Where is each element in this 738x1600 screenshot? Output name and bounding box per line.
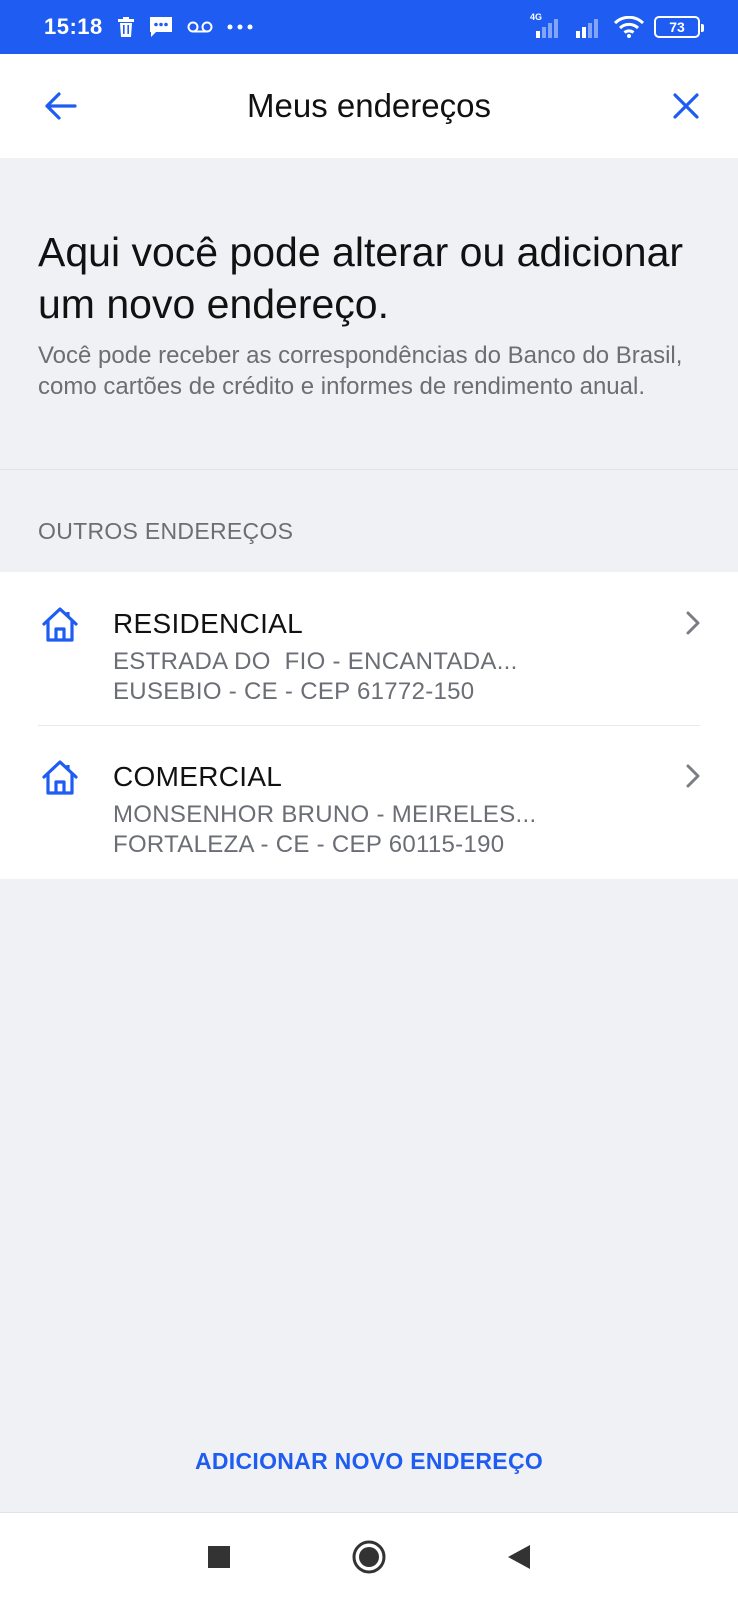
status-left: 15:18 xyxy=(44,14,253,40)
close-button[interactable] xyxy=(660,80,712,132)
circle-icon xyxy=(352,1540,386,1573)
section-label-other-addresses: OUTROS ENDEREÇOS xyxy=(38,518,294,544)
address-list: RESIDENCIAL ESTRADA DO FIO - ENCANTADA..… xyxy=(0,572,738,879)
address-type: RESIDENCIAL xyxy=(113,608,304,639)
address-line-2: FORTALEZA - CE - CEP 60115-190 xyxy=(113,831,505,858)
wifi-icon xyxy=(614,16,644,38)
square-icon xyxy=(208,1545,230,1568)
trash-icon xyxy=(117,17,135,37)
intro-description: Você pode receber as correspondências do… xyxy=(38,342,683,400)
status-bar: 15:18 4G 73 xyxy=(0,0,738,54)
triangle-back-icon xyxy=(508,1544,530,1569)
house-icon xyxy=(42,760,78,795)
app-header: Meus endereços xyxy=(0,54,738,158)
address-item-comercial[interactable]: COMERCIAL MONSENHOR BRUNO - MEIRELES... … xyxy=(0,725,738,878)
status-time: 15:18 xyxy=(44,14,103,39)
status-right: 4G 73 xyxy=(530,12,704,38)
intro-heading: Aqui você pode alterar ou adicionar um n… xyxy=(38,229,684,327)
recent-apps-button[interactable] xyxy=(199,1537,239,1577)
arrow-left-icon xyxy=(45,92,77,120)
network-label: 4G xyxy=(530,12,543,22)
close-icon xyxy=(673,93,699,119)
house-icon xyxy=(42,607,78,642)
intro-section: Aqui você pode alterar ou adicionar um n… xyxy=(0,158,738,470)
more-dots-icon xyxy=(227,24,253,30)
back-button[interactable] xyxy=(34,80,86,132)
address-line-2: EUSEBIO - CE - CEP 61772-150 xyxy=(113,678,475,705)
address-line-1: ESTRADA DO FIO - ENCANTADA... xyxy=(113,648,518,675)
page-title: Meus endereços xyxy=(247,87,491,124)
chevron-right-icon xyxy=(686,764,700,788)
voicemail-icon xyxy=(187,20,213,34)
battery-icon: 73 xyxy=(654,16,704,38)
message-icon xyxy=(149,16,173,38)
address-item-residencial[interactable]: RESIDENCIAL ESTRADA DO FIO - ENCANTADA..… xyxy=(0,572,738,725)
address-line-1: MONSENHOR BRUNO - MEIRELES... xyxy=(113,801,537,828)
signal-icon xyxy=(574,16,604,38)
system-nav-bar xyxy=(0,1512,738,1600)
add-address-button[interactable]: ADICIONAR NOVO ENDEREÇO xyxy=(0,1448,738,1475)
battery-level: 73 xyxy=(669,19,685,35)
chevron-right-icon xyxy=(686,611,700,635)
signal-4g-icon: 4G xyxy=(530,12,564,38)
home-button[interactable] xyxy=(349,1537,389,1577)
address-type: COMERCIAL xyxy=(113,761,283,792)
back-nav-button[interactable] xyxy=(499,1537,539,1577)
